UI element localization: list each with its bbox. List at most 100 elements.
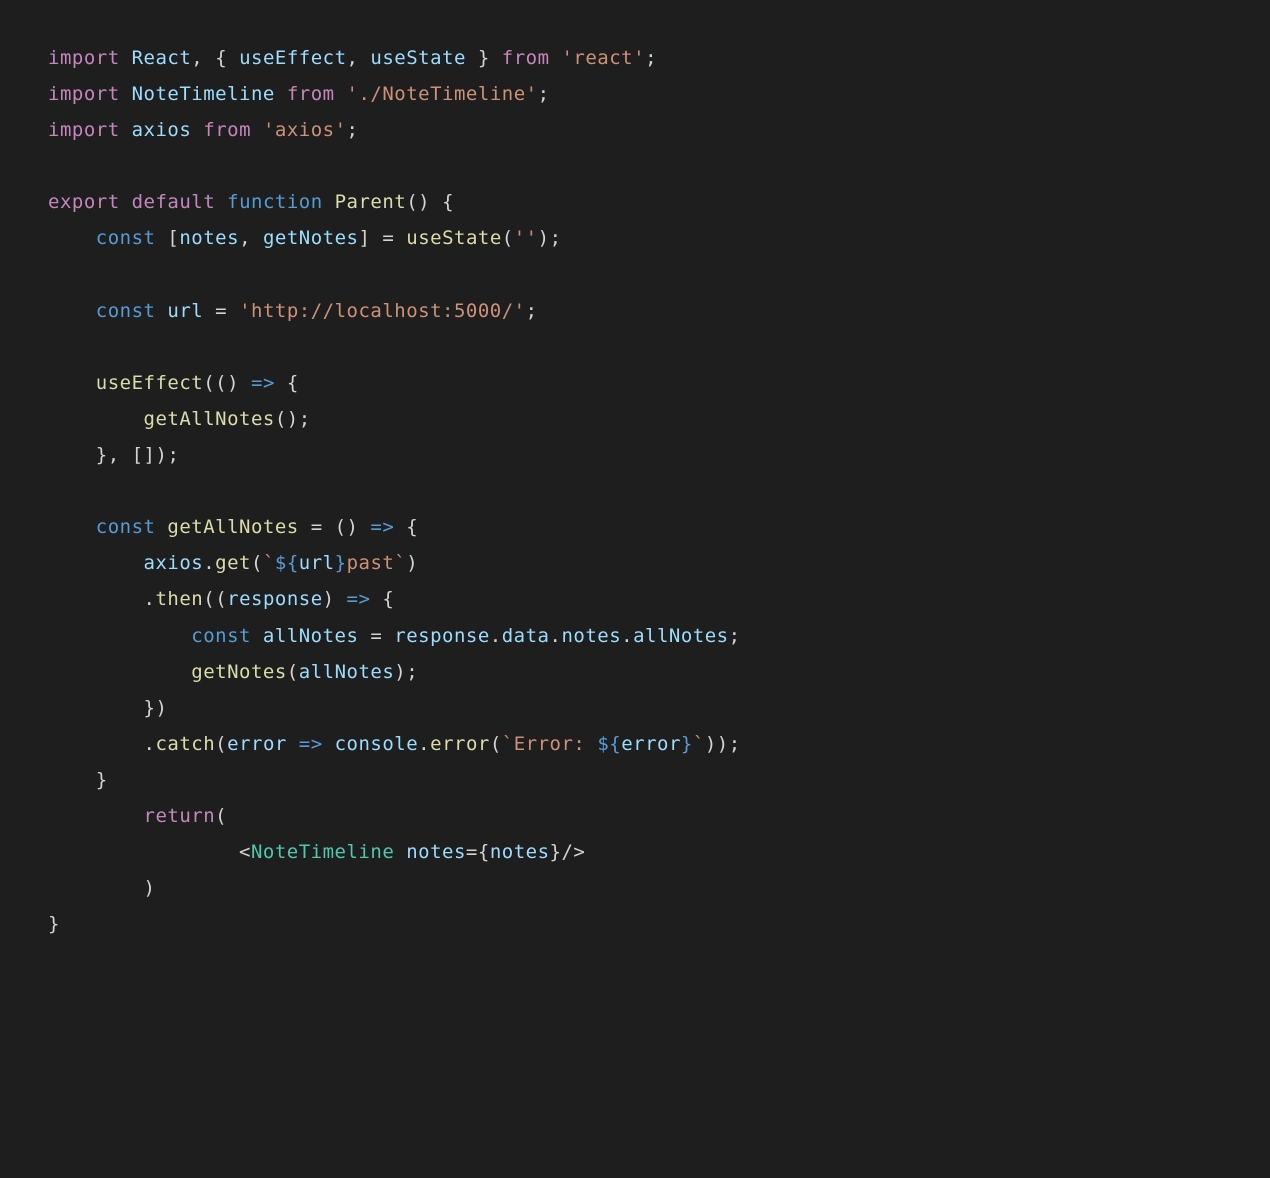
code-line-5: export default function Parent() { — [48, 184, 1222, 220]
semi: ; — [406, 661, 418, 683]
noteTimeline-identifier: NoteTimeline — [132, 83, 275, 105]
path-string: './NoteTimeline' — [347, 83, 538, 105]
rbrace: } — [48, 913, 60, 935]
template-dollar: ${ — [275, 552, 299, 574]
rbracket: ] — [358, 227, 382, 249]
react-identifier: React — [132, 47, 192, 69]
empty-string: '' — [514, 227, 538, 249]
axios-identifier: axios — [132, 119, 192, 141]
indent — [48, 805, 144, 827]
rparen2: ) — [705, 733, 717, 755]
noteTimeline-jsx: NoteTimeline — [251, 841, 394, 863]
equals: = — [370, 625, 394, 647]
code-line-17: const allNotes = response.data.notes.all… — [48, 618, 1222, 654]
const-keyword: const — [96, 227, 156, 249]
rparen: ) — [144, 877, 156, 899]
then-method: then — [155, 588, 203, 610]
parent-function: Parent — [335, 191, 407, 213]
indent — [48, 661, 191, 683]
url-ref: url — [299, 552, 335, 574]
rbrace: } — [466, 47, 502, 69]
code-line-11: getAllNotes(); — [48, 401, 1222, 437]
indent — [48, 697, 144, 719]
rbrace: } — [144, 697, 156, 719]
useState-call: useState — [406, 227, 502, 249]
semi: ; — [347, 119, 359, 141]
indent — [48, 300, 96, 322]
notes-attr: notes — [406, 841, 466, 863]
from-keyword: from — [287, 83, 335, 105]
code-line-8: const url = 'http://localhost:5000/'; — [48, 293, 1222, 329]
brackets: [] — [132, 444, 156, 466]
from-keyword: from — [502, 47, 550, 69]
indent — [48, 552, 144, 574]
rparen: ) — [717, 733, 729, 755]
indent — [48, 733, 144, 755]
dot: . — [621, 625, 633, 647]
axios-string: 'axios' — [263, 119, 347, 141]
function-keyword: function — [227, 191, 323, 213]
parens: () — [215, 372, 239, 394]
response-ref: response — [394, 625, 490, 647]
error-param: error — [227, 733, 287, 755]
indent — [48, 516, 96, 538]
equals: = — [382, 227, 406, 249]
const-keyword: const — [191, 625, 251, 647]
getNotes-var: getNotes — [263, 227, 359, 249]
import-keyword: import — [48, 83, 120, 105]
code-line-14: const getAllNotes = () => { — [48, 509, 1222, 545]
comma: , — [108, 444, 132, 466]
code-editor[interactable]: import React, { useEffect, useState } fr… — [48, 40, 1222, 942]
lbrace: { — [203, 47, 239, 69]
indent — [48, 769, 96, 791]
code-line-1: import React, { useEffect, useState } fr… — [48, 40, 1222, 76]
getAllNotes-func: getAllNotes — [155, 516, 310, 538]
getAllNotes-call: getAllNotes — [144, 408, 275, 430]
allNotes-arg: allNotes — [299, 661, 395, 683]
indent — [48, 625, 191, 647]
lbrace: { — [430, 191, 454, 213]
const-keyword: const — [96, 516, 156, 538]
equals: = — [215, 300, 239, 322]
indent — [48, 372, 96, 394]
useEffect-identifier: useEffect — [239, 47, 346, 69]
code-line-13 — [48, 473, 1222, 509]
code-line-3: import axios from 'axios'; — [48, 112, 1222, 148]
allNotes-var: allNotes — [251, 625, 370, 647]
rparen2: ) — [323, 588, 335, 610]
dot: . — [144, 588, 156, 610]
indent — [48, 227, 96, 249]
indent — [48, 841, 239, 863]
indent — [48, 877, 144, 899]
rbrace: } — [550, 841, 562, 863]
arrow: => — [358, 516, 406, 538]
arrow: => — [287, 733, 335, 755]
rparen: ) — [394, 661, 406, 683]
dot: . — [203, 552, 215, 574]
lparen: ( — [215, 733, 227, 755]
code-line-20: .catch(error => console.error(`Error: ${… — [48, 726, 1222, 762]
parens: () — [275, 408, 299, 430]
indent — [48, 444, 96, 466]
allNotes-prop: allNotes — [633, 625, 729, 647]
parens: () — [335, 516, 359, 538]
lt: < — [239, 841, 251, 863]
rbrace: } — [96, 769, 108, 791]
equals: = — [466, 841, 478, 863]
code-line-25: } — [48, 906, 1222, 942]
default-keyword: default — [132, 191, 216, 213]
rbrace: } — [96, 444, 108, 466]
useState-identifier: useState — [370, 47, 466, 69]
code-line-21: } — [48, 762, 1222, 798]
backtick: ` — [502, 733, 514, 755]
axios-var: axios — [144, 552, 204, 574]
template-close: } — [335, 552, 347, 574]
get-method: get — [215, 552, 251, 574]
url-string: 'http://localhost:5000/' — [239, 300, 526, 322]
dot: . — [490, 625, 502, 647]
code-line-7 — [48, 257, 1222, 293]
backtick: ` — [394, 552, 406, 574]
semi: ; — [299, 408, 311, 430]
semi: ; — [729, 733, 741, 755]
semi: ; — [645, 47, 657, 69]
